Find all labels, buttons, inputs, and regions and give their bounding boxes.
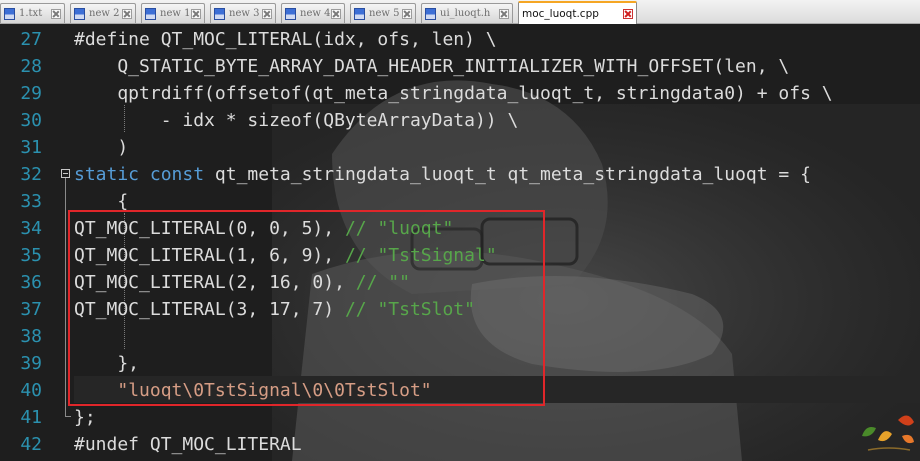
close-tab-icon[interactable] (402, 8, 412, 19)
file-icon (285, 7, 296, 20)
tab-label: new 3 (229, 8, 260, 19)
code-token: #define QT_MOC_LITERAL(idx, ofs, len) \ (74, 29, 497, 50)
file-icon (425, 7, 436, 20)
tab-label: 1.txt (19, 8, 43, 19)
line-number: 34 (20, 218, 42, 239)
file-icon (354, 7, 365, 20)
code-token: qptrdiff(offsetof(qt_meta_stringdata_luo… (74, 83, 833, 104)
file-icon (145, 7, 156, 20)
line-number: 27 (20, 29, 42, 50)
close-tab-icon[interactable] (191, 8, 201, 19)
line-number: 33 (20, 191, 42, 212)
code-line[interactable]: ) (74, 134, 920, 161)
line-number: 40 (20, 380, 42, 401)
close-tab-icon[interactable] (623, 8, 633, 19)
code-token: - idx * sizeof(QByteArrayData)) \ (74, 110, 519, 131)
code-token: const (149, 164, 205, 185)
tab-label: new 5 (369, 8, 400, 19)
tab-label: new 4 (300, 8, 331, 19)
code-line[interactable]: static const qt_meta_stringdata_luoqt_t … (74, 161, 920, 188)
tab-new-3[interactable]: new 3 (210, 3, 276, 23)
line-number: 38 (20, 326, 42, 347)
close-tab-icon[interactable] (122, 8, 132, 19)
line-number: 31 (20, 137, 42, 158)
code-token: ) (74, 137, 129, 158)
fold-line (65, 178, 66, 416)
red-highlight-annotation (68, 210, 545, 406)
code-editor[interactable]: 27 28 29 30 31 32 33 34 35 36 37 38 39 40 41 42 #define… (0, 24, 920, 461)
line-number: 30 (20, 110, 42, 131)
fold-collapse-icon[interactable] (61, 169, 70, 178)
tab-label: ui_luoqt.h (440, 8, 491, 19)
tab-bar: 1.txt new 2 new 1 new 3 new 4 new 5 ui_luoqt.h… (0, 0, 920, 24)
code-token: static (74, 164, 140, 185)
close-tab-icon[interactable] (51, 8, 61, 19)
tab-new-1[interactable]: new 1 (141, 3, 205, 23)
line-number: 28 (20, 56, 42, 77)
tab-moc-luoqt-cpp[interactable]: moc_luoqt.cpp (518, 1, 637, 24)
code-token: { (74, 191, 129, 212)
line-number: 37 (20, 299, 42, 320)
line-number: 41 (20, 407, 42, 428)
line-number: 36 (20, 272, 42, 293)
tab-1-txt[interactable]: 1.txt (0, 3, 65, 23)
tab-label: new 2 (89, 8, 120, 19)
file-icon (214, 7, 225, 20)
tab-label: new 1 (160, 8, 191, 19)
close-tab-icon[interactable] (262, 8, 272, 19)
code-line[interactable]: #define QT_MOC_LITERAL(idx, ofs, len) \ (74, 26, 920, 53)
code-token: }; (74, 407, 96, 428)
leaf-logo-icon (862, 415, 914, 451)
tab-label: moc_luoqt.cpp (522, 7, 599, 20)
tab-ui-luoqt-h[interactable]: ui_luoqt.h (421, 3, 513, 23)
file-icon (4, 7, 15, 20)
fold-end-marker (65, 416, 71, 417)
code-line[interactable]: }; (74, 404, 920, 431)
code-line[interactable]: qptrdiff(offsetof(qt_meta_stringdata_luo… (74, 80, 920, 107)
line-number: 29 (20, 83, 42, 104)
code-line[interactable]: - idx * sizeof(QByteArrayData)) \ (74, 107, 920, 134)
tab-new-4[interactable]: new 4 (281, 3, 345, 23)
code-line[interactable]: #undef QT_MOC_LITERAL (74, 431, 920, 458)
tab-new-2[interactable]: new 2 (70, 3, 136, 23)
line-number: 32 (20, 164, 42, 185)
close-tab-icon[interactable] (331, 8, 341, 19)
line-number: 39 (20, 353, 42, 374)
line-number-gutter: 27 28 29 30 31 32 33 34 35 36 37 38 39 40 41 42 (0, 24, 62, 461)
code-line[interactable]: Q_STATIC_BYTE_ARRAY_DATA_HEADER_INITIALI… (74, 53, 920, 80)
tab-new-5[interactable]: new 5 (350, 3, 416, 23)
line-number: 35 (20, 245, 42, 266)
file-icon (74, 7, 85, 20)
close-tab-icon[interactable] (499, 8, 509, 19)
code-token: #undef QT_MOC_LITERAL (74, 434, 302, 455)
code-token: Q_STATIC_BYTE_ARRAY_DATA_HEADER_INITIALI… (74, 56, 790, 77)
code-token: qt_meta_stringdata_luoqt_t qt_meta_strin… (204, 164, 811, 185)
line-number: 42 (20, 434, 42, 455)
